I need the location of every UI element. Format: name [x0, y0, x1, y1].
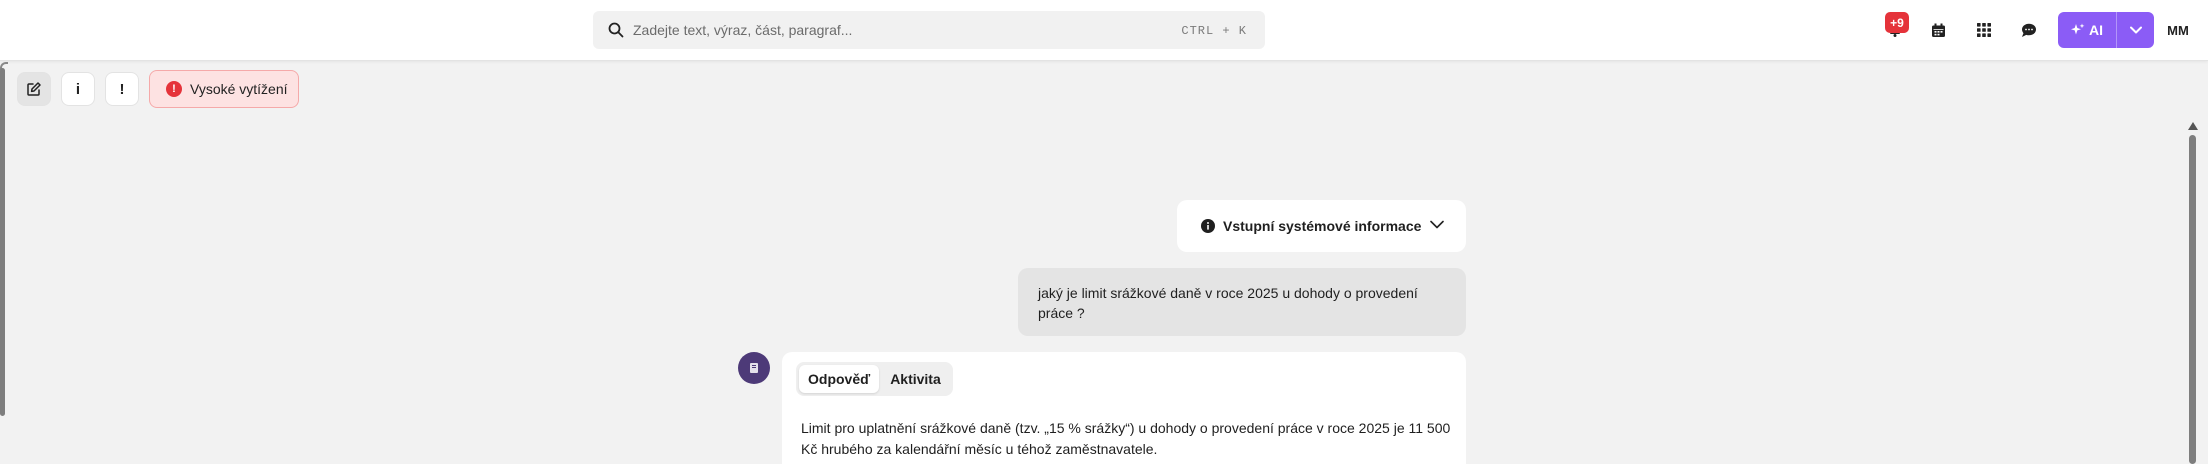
system-info-label: Vstupní systémové informace [1223, 218, 1422, 234]
assistant-avatar [738, 352, 770, 384]
calendar-icon [1931, 23, 1945, 37]
search-shortcut-hint: CTRL + K [1181, 24, 1247, 38]
search-icon [608, 22, 624, 38]
chevron-down-icon [1430, 220, 1444, 229]
sparkles-icon [2071, 23, 2085, 35]
alert-button[interactable]: ! [105, 72, 139, 106]
high-load-warning[interactable]: ! Vysoké vytížení [149, 70, 299, 108]
chat-icon [2022, 23, 2036, 37]
answer-text: Limit pro uplatnění srážkové daně (tzv. … [801, 420, 1451, 457]
user-avatar[interactable]: MM [2160, 12, 2196, 48]
system-info-toggle[interactable]: Vstupní systémové informace [1177, 200, 1466, 252]
search-bar[interactable]: Zadejte text, výraz, část, paragraf... C… [593, 11, 1265, 49]
scrollbar-thumb[interactable] [2189, 135, 2196, 464]
alert-icon: ! [166, 81, 182, 97]
chat-button[interactable] [2014, 15, 2044, 45]
ai-button[interactable]: AI [2058, 12, 2117, 48]
calendar-button[interactable] [1923, 15, 1953, 45]
answer-tabs: Odpověď Aktivita [796, 362, 953, 396]
ai-button-group: AI [2058, 12, 2154, 48]
info-circle-icon [1201, 219, 1215, 233]
book-icon [750, 363, 758, 373]
tab-answer[interactable]: Odpověď [799, 365, 880, 393]
scroll-up-icon[interactable] [2188, 122, 2198, 130]
notifications-badge: +9 [1885, 12, 1909, 33]
info-button[interactable]: i [61, 72, 95, 106]
ai-dropdown-button[interactable] [2117, 12, 2154, 48]
chevron-down-icon [2129, 26, 2142, 34]
search-input[interactable]: Zadejte text, výraz, část, paragraf... [633, 22, 852, 38]
top-bar: Zadejte text, výraz, část, paragraf... C… [0, 0, 2208, 61]
apps-button[interactable] [1969, 15, 1999, 45]
user-message: jaký je limit srážkové daně v roce 2025 … [1018, 268, 1466, 336]
edit-icon [27, 82, 41, 96]
warning-label: Vysoké vytížení [190, 81, 288, 97]
apps-grid-icon [1977, 23, 1991, 37]
assistant-answer-card: Odpověď Aktivita Limit pro uplatnění srá… [782, 352, 1466, 464]
edit-button[interactable] [17, 72, 51, 106]
left-scrollbar[interactable] [0, 68, 5, 416]
tab-activity[interactable]: Aktivita [881, 365, 950, 393]
ai-button-label: AI [2089, 22, 2103, 38]
